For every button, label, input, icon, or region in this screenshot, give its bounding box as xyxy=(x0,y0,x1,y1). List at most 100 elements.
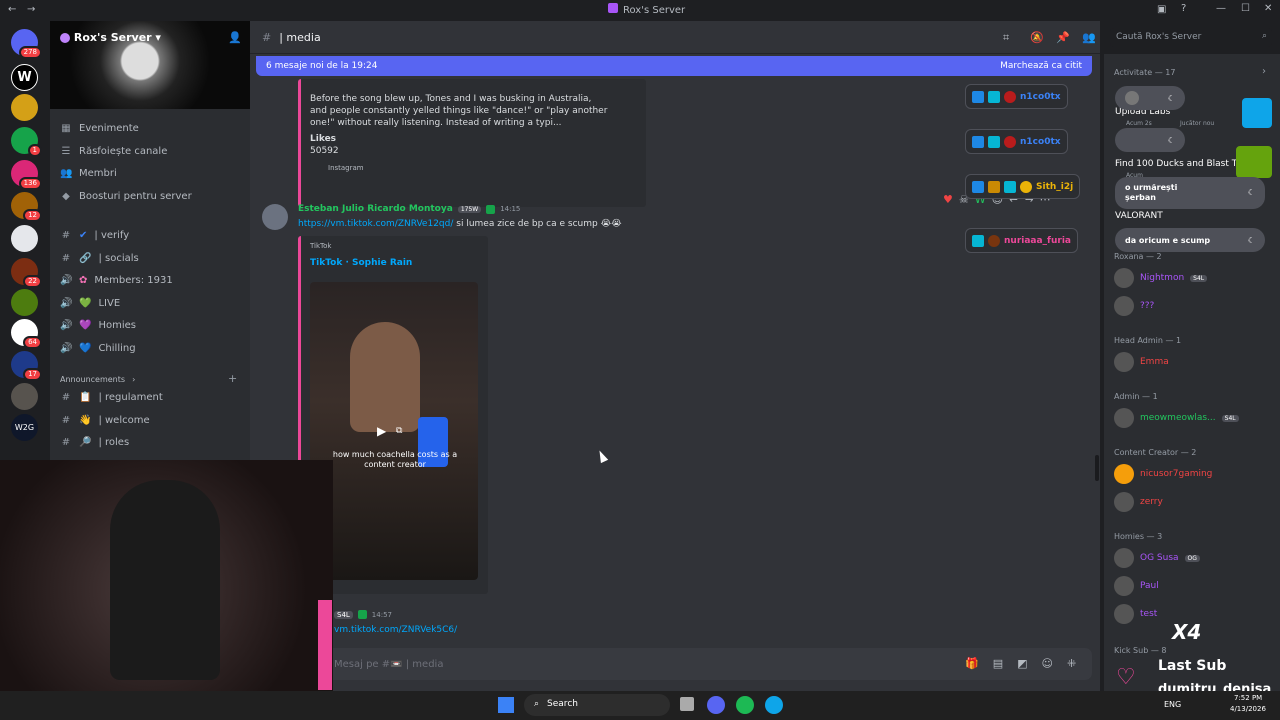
embed-title[interactable]: TikTok · Sophie Rain xyxy=(310,258,412,268)
game-art xyxy=(1242,98,1272,128)
add-channel-icon[interactable]: + xyxy=(228,372,237,385)
channel-chilling[interactable]: 🔊 💙 Chilling xyxy=(60,338,240,358)
pin-icon[interactable]: 📌 xyxy=(1056,31,1070,44)
message-link[interactable]: vm.tiktok.com/ZNRVek5C6/ xyxy=(334,625,457,635)
app-icon xyxy=(972,135,984,148)
member-row[interactable]: Paul xyxy=(1114,576,1159,596)
guild-5[interactable]: 12 xyxy=(11,192,42,222)
sidebar-item-members[interactable]: 👥 Membri xyxy=(60,163,240,183)
xbox-icon xyxy=(486,204,496,214)
taskbar-search[interactable]: ⌕ Search xyxy=(524,694,670,716)
language-indicator[interactable]: ENG xyxy=(1164,700,1181,709)
member-name: zerry xyxy=(1140,497,1163,507)
forward-arrow-icon[interactable]: → xyxy=(27,4,35,15)
spotify-app-icon[interactable] xyxy=(736,696,754,714)
badge: 12 xyxy=(23,209,42,222)
windows-start-icon[interactable] xyxy=(498,697,514,713)
gif-icon[interactable]: ▤ xyxy=(993,657,1003,670)
play-icon[interactable]: ▶ xyxy=(377,424,386,438)
member-list-icon[interactable]: 👥 xyxy=(1082,31,1096,44)
window-title: Rox's Server xyxy=(623,5,686,16)
guild-8[interactable] xyxy=(11,289,38,316)
heart-reaction-icon[interactable]: ♥ xyxy=(943,193,953,206)
member-row[interactable]: test xyxy=(1114,604,1157,624)
game-art xyxy=(1236,146,1272,178)
channel-members-count[interactable]: 🔊 ✿ Members: 1931 xyxy=(60,270,240,290)
edge-app-icon[interactable] xyxy=(765,696,783,714)
back-arrow-icon[interactable]: ← xyxy=(8,4,16,15)
clock-time[interactable]: 7:52 PM xyxy=(1234,694,1262,702)
scrollbar-thumb[interactable] xyxy=(1095,455,1099,481)
voice-pill: n1co0tx xyxy=(965,129,1068,154)
member-row[interactable]: meowmeowlas... S4L xyxy=(1114,408,1239,428)
sidebar-item-events[interactable]: ▦ Evenimente xyxy=(60,118,240,138)
guild-10[interactable]: 17 xyxy=(11,351,42,381)
activity-title[interactable]: Find 100 Ducks and Blast T... xyxy=(1115,159,1245,169)
channel-homies[interactable]: 🔊 💜 Homies xyxy=(60,315,240,335)
channel-regulament[interactable]: # 📋 | regulament xyxy=(60,387,240,407)
group-header: Head Admin — 1 xyxy=(1114,336,1182,345)
task-view-icon[interactable] xyxy=(680,697,694,711)
search-input[interactable]: Caută Rox's Server ⌕ xyxy=(1110,28,1272,47)
help-icon[interactable]: ? xyxy=(1181,3,1186,14)
title-bar: ← → Rox's Server ▣ ? — ☐ ✕ xyxy=(0,0,1280,21)
sticker-icon[interactable]: ◩ xyxy=(1017,657,1027,670)
channel-socials[interactable]: # 🔗 | socials xyxy=(60,248,240,268)
video-thumbnail[interactable]: ▶ ⧉ how much coachella costs as a conten… xyxy=(310,282,478,580)
avatar[interactable] xyxy=(262,204,288,230)
close-icon[interactable]: ✕ xyxy=(1264,3,1272,14)
member-row[interactable]: Nightmon S4L xyxy=(1114,268,1208,288)
discord-app-icon[interactable] xyxy=(707,696,725,714)
guild-6[interactable] xyxy=(11,225,38,252)
clock-date[interactable]: 4/13/2026 xyxy=(1230,705,1266,713)
new-messages-bar[interactable]: 6 mesaje noi de la 19:24 Marchează ca ci… xyxy=(256,56,1092,76)
channel-verify[interactable]: # ✔ | verify xyxy=(60,225,240,245)
channel-name: | media xyxy=(279,30,321,44)
member-row[interactable]: ??? xyxy=(1114,296,1154,316)
guild-w[interactable]: W xyxy=(11,64,38,91)
category-announcements[interactable]: Announcements › xyxy=(60,369,240,389)
home-guild[interactable]: 278 xyxy=(11,29,42,59)
guild-9[interactable]: 64 xyxy=(11,319,42,349)
chat-area: # | media ⌗ 🔕 📌 👥 6 mesaje noi de la 19:… xyxy=(250,21,1100,691)
threads-icon[interactable]: ⌗ xyxy=(1003,31,1009,45)
chevron-right-icon[interactable]: › xyxy=(1262,66,1266,77)
member-row[interactable]: nicusor7gaming xyxy=(1114,464,1212,484)
sidebar-item-boosts[interactable]: ◆ Boosturi pentru server xyxy=(60,186,240,206)
minimize-icon[interactable]: — xyxy=(1216,3,1226,14)
search-icon: ⌕ xyxy=(534,699,540,709)
guild-3[interactable]: 1 xyxy=(11,127,42,157)
member-name: Paul xyxy=(1140,581,1159,591)
member-row[interactable]: Emma xyxy=(1114,352,1169,372)
guild-2[interactable] xyxy=(11,94,38,121)
sidebar-item-browse[interactable]: ☰ Răsfoiește canale xyxy=(60,141,240,161)
gift-icon[interactable]: 🎁 xyxy=(965,657,979,670)
streamer-figure xyxy=(110,480,220,680)
member-row[interactable]: zerry xyxy=(1114,492,1163,512)
guild-11[interactable] xyxy=(11,383,38,410)
external-link-icon[interactable]: ⧉ xyxy=(396,426,402,436)
mute-icon[interactable]: 🔕 xyxy=(1030,31,1044,44)
server-name-button[interactable]: Rox's Server ▾ xyxy=(60,31,161,44)
message-author[interactable]: Esteban Julio Ricardo Montoya xyxy=(298,204,453,214)
member-row[interactable]: OG Susa OG xyxy=(1114,548,1200,568)
stream-notification: ☾ xyxy=(1115,86,1185,110)
inbox-icon[interactable]: ▣ xyxy=(1157,4,1166,15)
add-member-icon[interactable]: 👤 xyxy=(228,31,242,44)
guild-w2g[interactable]: W2G xyxy=(11,414,38,441)
activity-title[interactable]: VALORANT xyxy=(1115,211,1163,221)
embed-description: Before the song blew up, Tones and I was… xyxy=(310,94,608,128)
guild-4[interactable]: 136 xyxy=(11,160,42,190)
voice-user-name: n1co0tx xyxy=(1020,91,1061,102)
maximize-icon[interactable]: ☐ xyxy=(1241,3,1250,14)
channel-welcome[interactable]: # 👋 | welcome xyxy=(60,410,240,430)
channel-roles[interactable]: # 🔎 | roles xyxy=(60,432,240,452)
emoji-icon[interactable]: ☺ xyxy=(1042,657,1053,670)
channel-live[interactable]: 🔊 💚 LIVE xyxy=(60,293,240,313)
group-header: Kick Sub — 8 xyxy=(1114,646,1167,655)
hash-icon: # xyxy=(61,391,71,403)
message-link[interactable]: https://vm.tiktok.com/ZNRVe12qd/ xyxy=(298,219,453,229)
guild-7[interactable]: 22 xyxy=(11,258,42,288)
apps-icon[interactable]: ⁜ xyxy=(1067,657,1076,670)
mark-read-button[interactable]: Marchează ca citit xyxy=(1000,61,1082,71)
